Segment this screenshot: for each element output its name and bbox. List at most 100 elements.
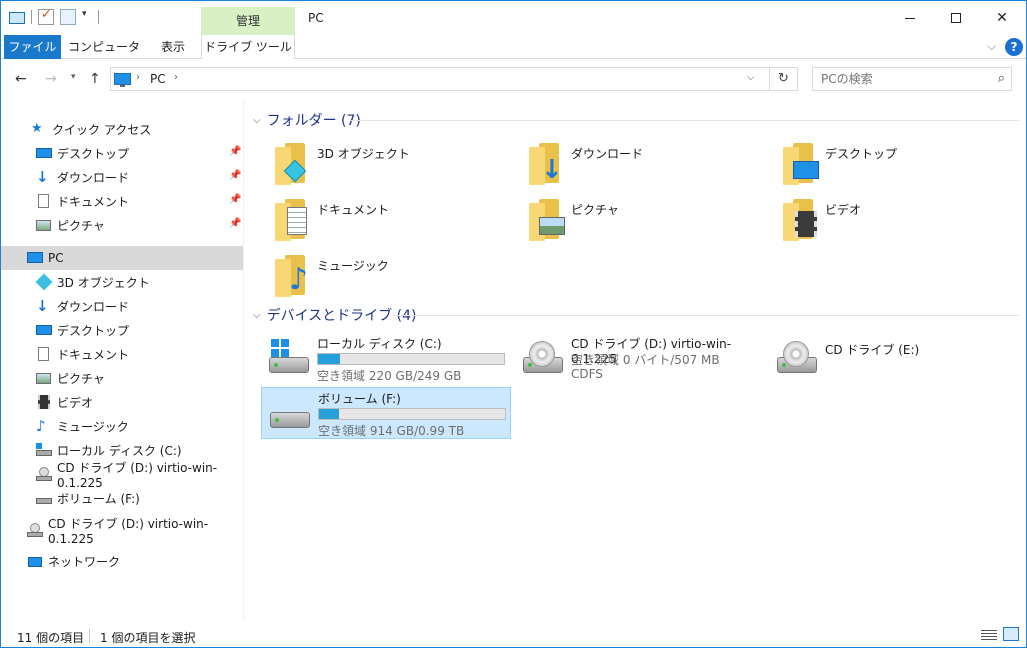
picture-icon xyxy=(36,370,52,386)
drive-tile-volume-f[interactable]: ボリューム (F:) 空き領域 914 GB/0.99 TB xyxy=(261,387,511,439)
folder-label: デスクトップ xyxy=(825,147,898,161)
forward-arrow-icon[interactable]: → xyxy=(45,71,57,87)
pin-icon[interactable]: 📌 xyxy=(229,218,241,229)
sidebar-item-pc-documents[interactable]: ドキュメント xyxy=(1,342,243,366)
folder-icon xyxy=(527,199,567,243)
drive-tile-local-disk-c[interactable]: ローカル ディスク (C:) 空き領域 220 GB/249 GB xyxy=(261,333,511,385)
drive-filesystem: CDFS xyxy=(571,367,603,381)
drive-name: ボリューム (F:) xyxy=(318,392,401,406)
drive-tile-cd-drive-d[interactable]: CD ドライブ (D:) virtio-win-0.1.225 空き領域 0 バ… xyxy=(515,333,765,385)
pin-icon[interactable]: 📌 xyxy=(229,194,241,205)
search-input[interactable] xyxy=(813,68,983,90)
tab-drive-tools[interactable]: ドライブ ツール xyxy=(201,35,295,59)
collapse-chevron-icon[interactable]: ⌵ xyxy=(253,310,261,321)
breadcrumb-chevron-icon[interactable]: › xyxy=(136,72,140,83)
sidebar-item-network[interactable]: ネットワーク xyxy=(1,549,243,573)
address-dropdown-icon[interactable]: ⌵ xyxy=(747,72,755,83)
sidebar-item-pc-desktop[interactable]: デスクトップ xyxy=(1,318,243,342)
folder-icon xyxy=(781,143,821,187)
search-box[interactable]: ⌕ xyxy=(812,67,1012,91)
sidebar-item-label: デスクトップ xyxy=(57,146,130,161)
help-icon[interactable]: ? xyxy=(1005,38,1023,56)
details-view-icon[interactable] xyxy=(981,629,997,641)
film-icon xyxy=(36,394,52,410)
sidebar-item-label: ビデオ xyxy=(57,395,94,410)
status-divider xyxy=(89,629,90,643)
sidebar-item-label: ネットワーク xyxy=(48,554,121,569)
folder-tile-3d-objects[interactable]: 3D オブジェクト xyxy=(269,141,509,193)
sidebar-item-pc-music[interactable]: ♪ ミュージック xyxy=(1,414,243,438)
refresh-button[interactable]: ↻ xyxy=(770,67,798,91)
navigation-bar: ← → ▾ ↑ › PC › ⌵ ↻ ⌕ xyxy=(1,59,1026,101)
sidebar-item-label: ドキュメント xyxy=(57,347,130,362)
back-arrow-icon[interactable]: ← xyxy=(15,71,27,87)
group-header-devices[interactable]: ⌵ デバイスとドライブ (4) xyxy=(253,305,416,325)
sidebar-item-label: ダウンロード xyxy=(57,170,130,185)
status-item-count: 11 個の項目 xyxy=(17,631,85,645)
explorer-window: ▾ 管理 PC ✕ ファイル コンピューター 表示 ドライブ ツール ⌵ ? ←… xyxy=(0,0,1027,648)
hard-drive-icon xyxy=(267,339,311,375)
folder-tile-videos[interactable]: ビデオ xyxy=(777,197,1017,249)
sidebar-item-pc[interactable]: PC xyxy=(1,246,243,270)
sidebar-item-desktop[interactable]: デスクトップ 📌 xyxy=(1,141,243,165)
toolbar-separator xyxy=(98,10,99,24)
sidebar-item-pc-pictures[interactable]: ピクチャ xyxy=(1,366,243,390)
sidebar-item-3d-objects[interactable]: 3D オブジェクト xyxy=(1,270,243,294)
folder-tile-documents[interactable]: ドキュメント xyxy=(269,197,509,249)
breadcrumb-chevron-icon[interactable]: › xyxy=(174,72,178,83)
folder-tile-downloads[interactable]: ↓ ダウンロード xyxy=(523,141,763,193)
drive-usage-bar xyxy=(318,408,506,420)
group-divider xyxy=(393,315,1019,316)
sidebar-item-downloads[interactable]: ↓ ダウンロード 📌 xyxy=(1,165,243,189)
new-folder-icon[interactable] xyxy=(60,9,76,25)
breadcrumb-pc[interactable]: PC xyxy=(150,72,166,86)
sidebar-item-volume-f[interactable]: ボリューム (F:) xyxy=(1,486,243,510)
tab-file[interactable]: ファイル xyxy=(4,35,61,59)
sidebar-item-pc-videos[interactable]: ビデオ xyxy=(1,390,243,414)
folder-label: ピクチャ xyxy=(571,203,619,217)
close-button[interactable]: ✕ xyxy=(979,1,1025,35)
folder-label: ミュージック xyxy=(317,259,389,273)
sidebar-item-cd-drive-d[interactable]: CD ドライブ (D:) virtio-win-0.1.225 xyxy=(1,461,243,490)
folder-label: ダウンロード xyxy=(571,147,644,161)
pin-icon[interactable]: 📌 xyxy=(229,146,241,157)
drive-tile-cd-drive-e[interactable]: CD ドライブ (E:) xyxy=(769,333,1019,385)
sidebar-item-pictures[interactable]: ピクチャ 📌 xyxy=(1,213,243,237)
sidebar-item-label: ダウンロード xyxy=(57,299,130,314)
collapse-chevron-icon[interactable]: ⌵ xyxy=(253,115,261,126)
pin-icon[interactable]: 📌 xyxy=(229,170,241,181)
maximize-button[interactable] xyxy=(933,1,979,35)
drive-name: CD ドライブ (E:) xyxy=(825,343,920,357)
picture-icon xyxy=(36,217,52,233)
properties-icon[interactable] xyxy=(38,7,54,25)
tab-computer[interactable]: コンピューター xyxy=(67,35,141,78)
expand-ribbon-icon[interactable]: ⌵ xyxy=(987,39,996,54)
folder-tile-pictures[interactable]: ピクチャ xyxy=(523,197,763,249)
folder-tile-desktop[interactable]: デスクトップ xyxy=(777,141,1017,193)
folder-tile-music[interactable]: ♪ ミュージック xyxy=(269,253,509,305)
folder-icon: ♪ xyxy=(273,255,313,299)
address-bar[interactable]: › PC › ⌵ xyxy=(110,67,770,91)
folder-icon xyxy=(781,199,821,243)
search-icon[interactable]: ⌕ xyxy=(998,71,1005,86)
computer-icon xyxy=(9,12,25,24)
computer-icon xyxy=(114,73,131,87)
tiles-view-icon[interactable] xyxy=(1003,627,1019,641)
drive-usage-bar xyxy=(317,353,505,365)
minimize-icon xyxy=(905,17,915,19)
minimize-button[interactable] xyxy=(887,1,933,35)
recent-locations-icon[interactable]: ▾ xyxy=(71,72,76,82)
sidebar-item-label: クイック アクセス xyxy=(52,122,152,137)
sidebar-item-label: ドキュメント xyxy=(57,194,130,209)
customize-toolbar-icon[interactable]: ▾ xyxy=(82,9,92,25)
folder-icon: ↓ xyxy=(527,143,567,187)
sidebar-item-pc-downloads[interactable]: ↓ ダウンロード xyxy=(1,294,243,318)
maximize-icon xyxy=(951,13,961,23)
sidebar-item-cd-drive-root[interactable]: CD ドライブ (D:) virtio-win-0.1.225 xyxy=(1,517,243,546)
refresh-icon: ↻ xyxy=(778,71,789,86)
group-header-folders[interactable]: ⌵ フォルダー (7) xyxy=(253,110,361,130)
tab-view[interactable]: 表示 xyxy=(151,35,195,59)
sidebar-item-documents[interactable]: ドキュメント 📌 xyxy=(1,189,243,213)
sidebar-item-quick-access[interactable]: ★ クイック アクセス xyxy=(1,117,243,141)
up-arrow-icon[interactable]: ↑ xyxy=(89,71,101,87)
